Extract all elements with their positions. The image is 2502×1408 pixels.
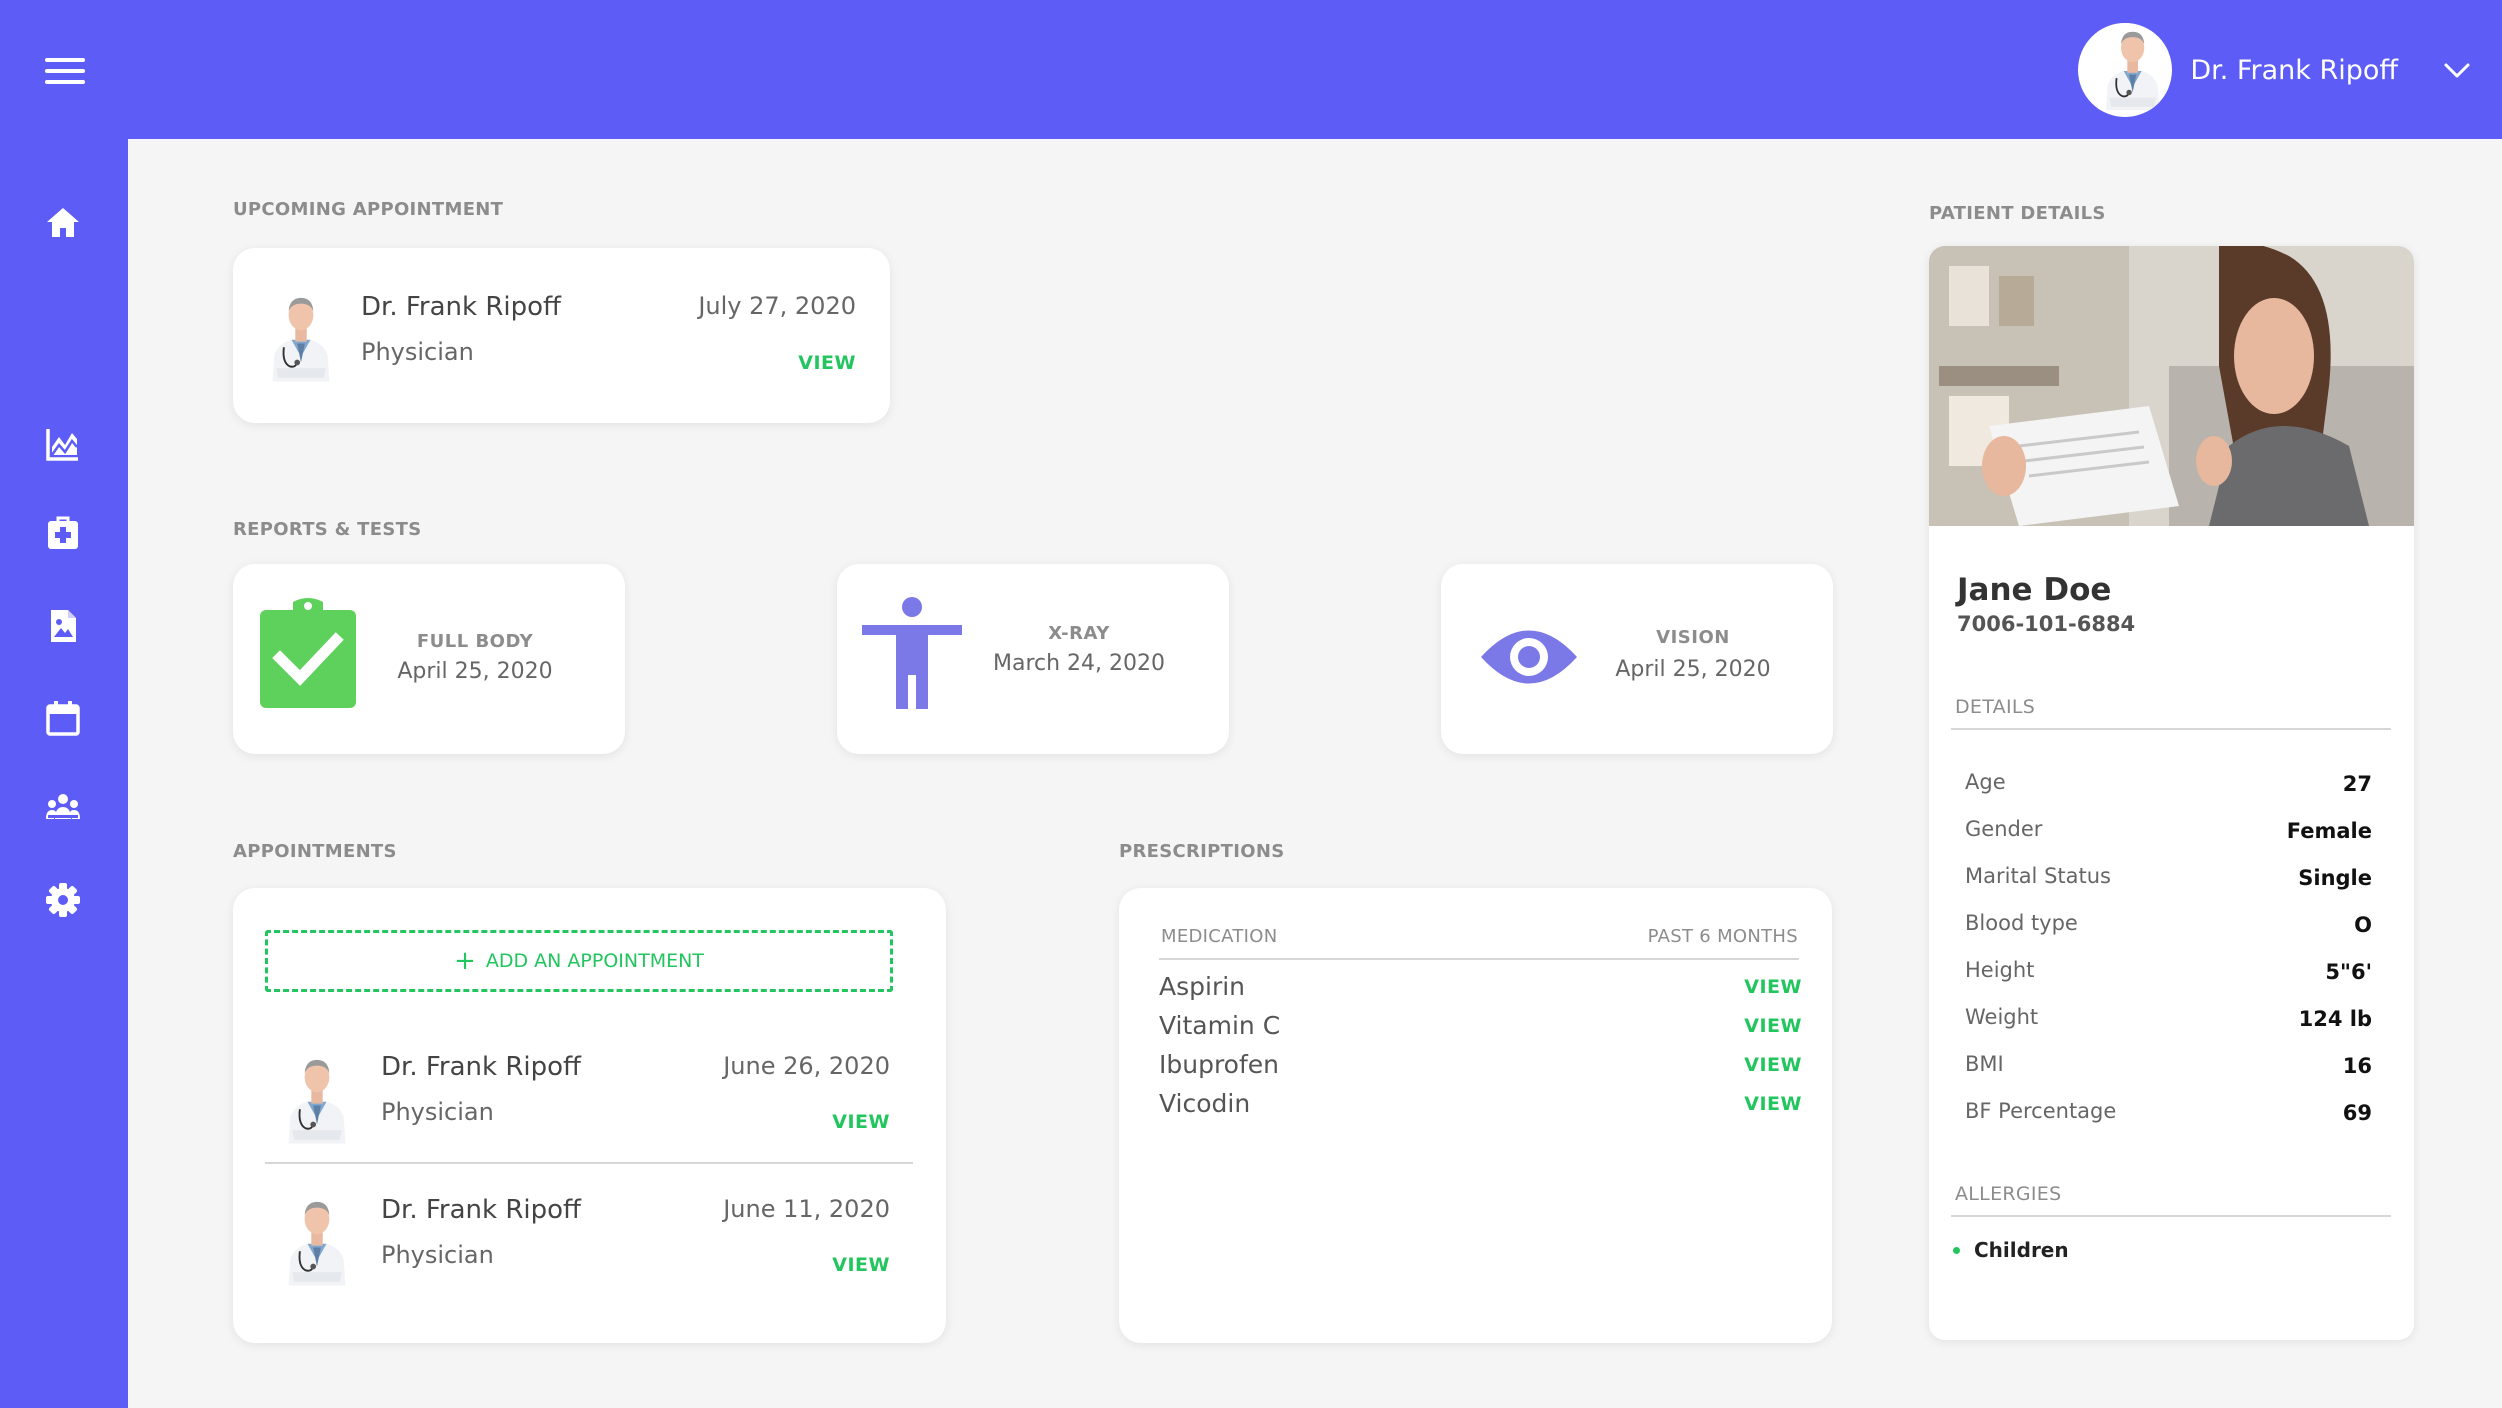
doctor-role: Physician bbox=[381, 1241, 494, 1269]
medication-name: Aspirin bbox=[1159, 972, 1246, 1001]
doctor-avatar bbox=[263, 286, 339, 382]
home-icon[interactable] bbox=[44, 203, 82, 241]
doctor-name: Dr. Frank Ripoff bbox=[381, 1052, 581, 1082]
report-title: X-RAY bbox=[1048, 623, 1110, 644]
appointment-date: June 11, 2020 bbox=[723, 1195, 890, 1223]
doctor-avatar bbox=[279, 1048, 355, 1144]
report-date: April 25, 2020 bbox=[397, 659, 553, 684]
eye-icon bbox=[1481, 630, 1577, 684]
patient-id: 7006-101-6884 bbox=[1957, 612, 2136, 636]
view-medication-link[interactable]: VIEW bbox=[1744, 976, 1802, 998]
doctor-name: Dr. Frank Ripoff bbox=[361, 292, 561, 322]
plus-icon: + bbox=[454, 946, 476, 976]
appointments-card: + ADD AN APPOINTMENT Dr. Frank Ripoff Ph… bbox=[233, 888, 946, 1343]
appointments-label: APPOINTMENTS bbox=[233, 841, 397, 862]
view-appointment-link[interactable]: VIEW bbox=[832, 1111, 890, 1133]
allergy-item: Children bbox=[1974, 1238, 2069, 1262]
gear-icon[interactable] bbox=[44, 881, 82, 919]
detail-label: Weight bbox=[1965, 1005, 2039, 1029]
doctor-role: Physician bbox=[381, 1098, 494, 1126]
detail-value: 27 bbox=[2342, 772, 2372, 796]
appointment-date: June 26, 2020 bbox=[723, 1052, 890, 1080]
period-column-header: PAST 6 MONTHS bbox=[1647, 926, 1798, 947]
doctor-name: Dr. Frank Ripoff bbox=[381, 1195, 581, 1225]
upcoming-appointment-card: Dr. Frank Ripoff Physician July 27, 2020… bbox=[233, 248, 890, 423]
add-appointment-label: ADD AN APPOINTMENT bbox=[485, 950, 704, 972]
patient-details-label: PATIENT DETAILS bbox=[1929, 203, 2106, 224]
detail-label: BMI bbox=[1965, 1052, 2004, 1076]
report-title: FULL BODY bbox=[416, 631, 534, 652]
report-card-x-ray[interactable]: X-RAY March 24, 2020 bbox=[837, 564, 1229, 754]
user-menu[interactable]: Dr. Frank Ripoff bbox=[2078, 22, 2472, 118]
view-medication-link[interactable]: VIEW bbox=[1744, 1093, 1802, 1115]
report-date: March 24, 2020 bbox=[992, 651, 1166, 676]
user-name[interactable]: Dr. Frank Ripoff bbox=[2190, 55, 2398, 86]
sidebar bbox=[0, 139, 128, 1408]
clipboard-check-icon bbox=[260, 598, 356, 708]
detail-label: Marital Status bbox=[1965, 864, 2111, 888]
medication-name: Vicodin bbox=[1159, 1089, 1251, 1118]
divider bbox=[265, 1162, 913, 1164]
detail-value: Single bbox=[2298, 866, 2372, 890]
prescriptions-label: PRESCRIPTIONS bbox=[1119, 841, 1285, 862]
detail-value: Female bbox=[2286, 819, 2372, 843]
divider bbox=[1951, 728, 2391, 730]
upcoming-appointment-label: UPCOMING APPOINTMENT bbox=[233, 199, 504, 220]
prescriptions-card: MEDICATION PAST 6 MONTHS Aspirin VIEW Vi… bbox=[1119, 888, 1832, 1343]
view-medication-link[interactable]: VIEW bbox=[1744, 1054, 1802, 1076]
medication-column-header: MEDICATION bbox=[1161, 926, 1278, 947]
view-medication-link[interactable]: VIEW bbox=[1744, 1015, 1802, 1037]
reports-tests-label: REPORTS & TESTS bbox=[233, 519, 422, 540]
calendar-icon[interactable] bbox=[44, 699, 82, 737]
patient-photo bbox=[1929, 246, 2414, 526]
doctor-role: Physician bbox=[361, 338, 474, 366]
hamburger-menu-icon[interactable] bbox=[45, 58, 85, 84]
report-card-vision[interactable]: VISION April 25, 2020 bbox=[1441, 564, 1833, 754]
image-file-icon[interactable] bbox=[44, 607, 82, 645]
allergies-label: ALLERGIES bbox=[1955, 1183, 2062, 1205]
detail-value: 69 bbox=[2342, 1101, 2372, 1125]
doctor-avatar bbox=[279, 1190, 355, 1286]
user-avatar[interactable] bbox=[2078, 23, 2173, 117]
details-label: DETAILS bbox=[1955, 696, 2036, 718]
body-icon bbox=[862, 597, 962, 709]
patient-details-card: Jane Doe 7006-101-6884 DETAILS Age 27 Ge… bbox=[1929, 246, 2414, 1340]
view-appointment-link[interactable]: VIEW bbox=[832, 1254, 890, 1276]
detail-value: 124 lb bbox=[2298, 1007, 2372, 1031]
chart-icon[interactable] bbox=[44, 425, 82, 463]
medication-name: Ibuprofen bbox=[1159, 1050, 1280, 1079]
report-card-full-body[interactable]: FULL BODY April 25, 2020 bbox=[233, 564, 625, 754]
report-date: April 25, 2020 bbox=[1615, 657, 1771, 682]
detail-label: Height bbox=[1965, 958, 2035, 982]
medication-name: Vitamin C bbox=[1159, 1011, 1281, 1040]
detail-value: 16 bbox=[2342, 1054, 2372, 1078]
divider bbox=[1951, 1215, 2391, 1217]
detail-label: BF Percentage bbox=[1965, 1099, 2117, 1123]
chevron-down-icon[interactable] bbox=[2442, 55, 2472, 85]
view-appointment-link[interactable]: VIEW bbox=[798, 352, 856, 374]
detail-value: 5"6' bbox=[2325, 960, 2372, 984]
top-bar: Dr. Frank Ripoff bbox=[0, 0, 2502, 139]
divider bbox=[1159, 958, 1799, 960]
medical-box-icon[interactable] bbox=[44, 515, 82, 553]
appointment-date: July 27, 2020 bbox=[698, 292, 856, 320]
detail-label: Gender bbox=[1965, 817, 2043, 841]
bullet-dot bbox=[1953, 1247, 1960, 1254]
detail-label: Blood type bbox=[1965, 911, 2078, 935]
detail-value: O bbox=[2354, 913, 2372, 937]
report-title: VISION bbox=[1656, 627, 1730, 648]
detail-label: Age bbox=[1965, 770, 2006, 794]
patient-name: Jane Doe bbox=[1957, 572, 2112, 608]
people-icon[interactable] bbox=[44, 789, 82, 827]
add-appointment-button[interactable]: + ADD AN APPOINTMENT bbox=[265, 930, 893, 992]
